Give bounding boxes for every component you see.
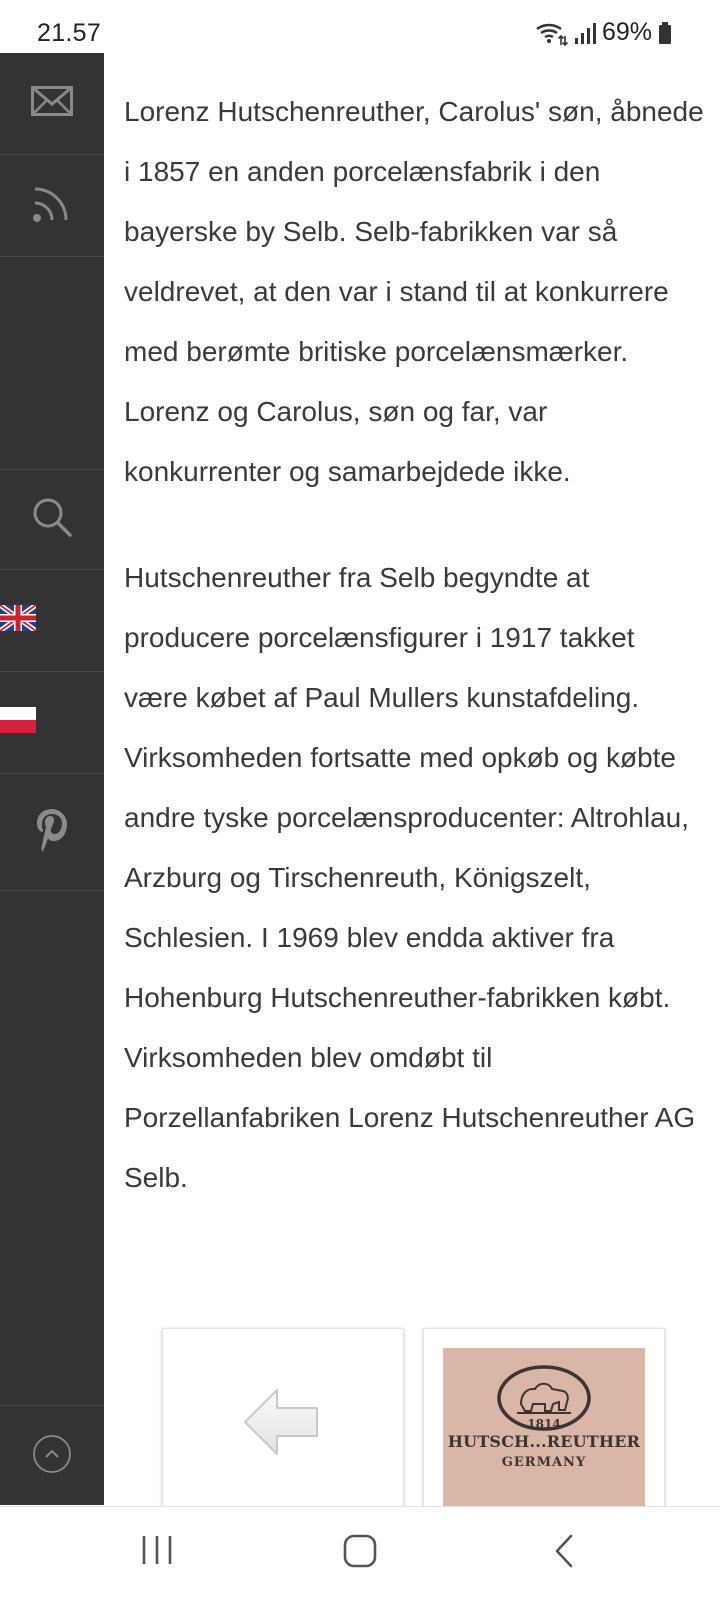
status-bar: 21.57 69%: [0, 0, 720, 53]
sidebar-item-scroll-top[interactable]: [0, 1405, 104, 1506]
rss-feed-icon: [32, 183, 72, 228]
mark-brand: HUTSCH...REUTHER: [447, 1432, 641, 1451]
status-indicators: 69%: [534, 18, 672, 47]
home-icon[interactable]: [342, 1533, 378, 1574]
recent-apps-icon[interactable]: [140, 1533, 174, 1572]
battery-icon: [658, 21, 672, 45]
article-paragraph: Hutschenreuther fra Selb begyndte at pro…: [124, 562, 696, 1193]
sidebar-item-mail[interactable]: [0, 53, 104, 155]
mail-icon: [31, 86, 73, 121]
signal-icon: [574, 21, 596, 45]
battery-percent: 69%: [601, 18, 652, 46]
wifi-icon: [534, 20, 568, 46]
sidebar-item-language-english[interactable]: [0, 570, 104, 672]
sidebar-spacer: [0, 257, 104, 470]
article-content: Lorenz Hutschenreuther, Carolus' søn, åb…: [124, 82, 704, 1254]
scroll-top-icon: [32, 1434, 72, 1479]
porcelain-mark-photo: 1814 HUTSCH...REUTHER GERMANY: [443, 1348, 645, 1509]
previous-image-card[interactable]: [162, 1328, 404, 1510]
mark-country: GERMANY: [501, 1455, 587, 1470]
uk-flag-icon: [0, 602, 38, 636]
back-icon[interactable]: [552, 1533, 576, 1574]
mark-year: 1814: [527, 1417, 561, 1431]
sidebar: [0, 53, 104, 1505]
porcelain-mark-image-card[interactable]: 1814 HUTSCH...REUTHER GERMANY: [423, 1328, 665, 1510]
sidebar-item-language-polish[interactable]: [0, 672, 104, 774]
search-icon: [31, 496, 73, 543]
sidebar-item-pinterest[interactable]: [0, 774, 104, 891]
article-paragraph: Lorenz Hutschenreuther, Carolus' søn, åb…: [124, 96, 704, 487]
status-time: 21.57: [37, 19, 102, 47]
pinterest-icon: [35, 807, 69, 858]
back-arrow-icon: [241, 1385, 321, 1464]
system-navigation-bar: [0, 1506, 720, 1601]
sidebar-item-rss[interactable]: [0, 155, 104, 257]
sidebar-item-search[interactable]: [0, 470, 104, 570]
poland-flag-icon: [0, 707, 36, 738]
